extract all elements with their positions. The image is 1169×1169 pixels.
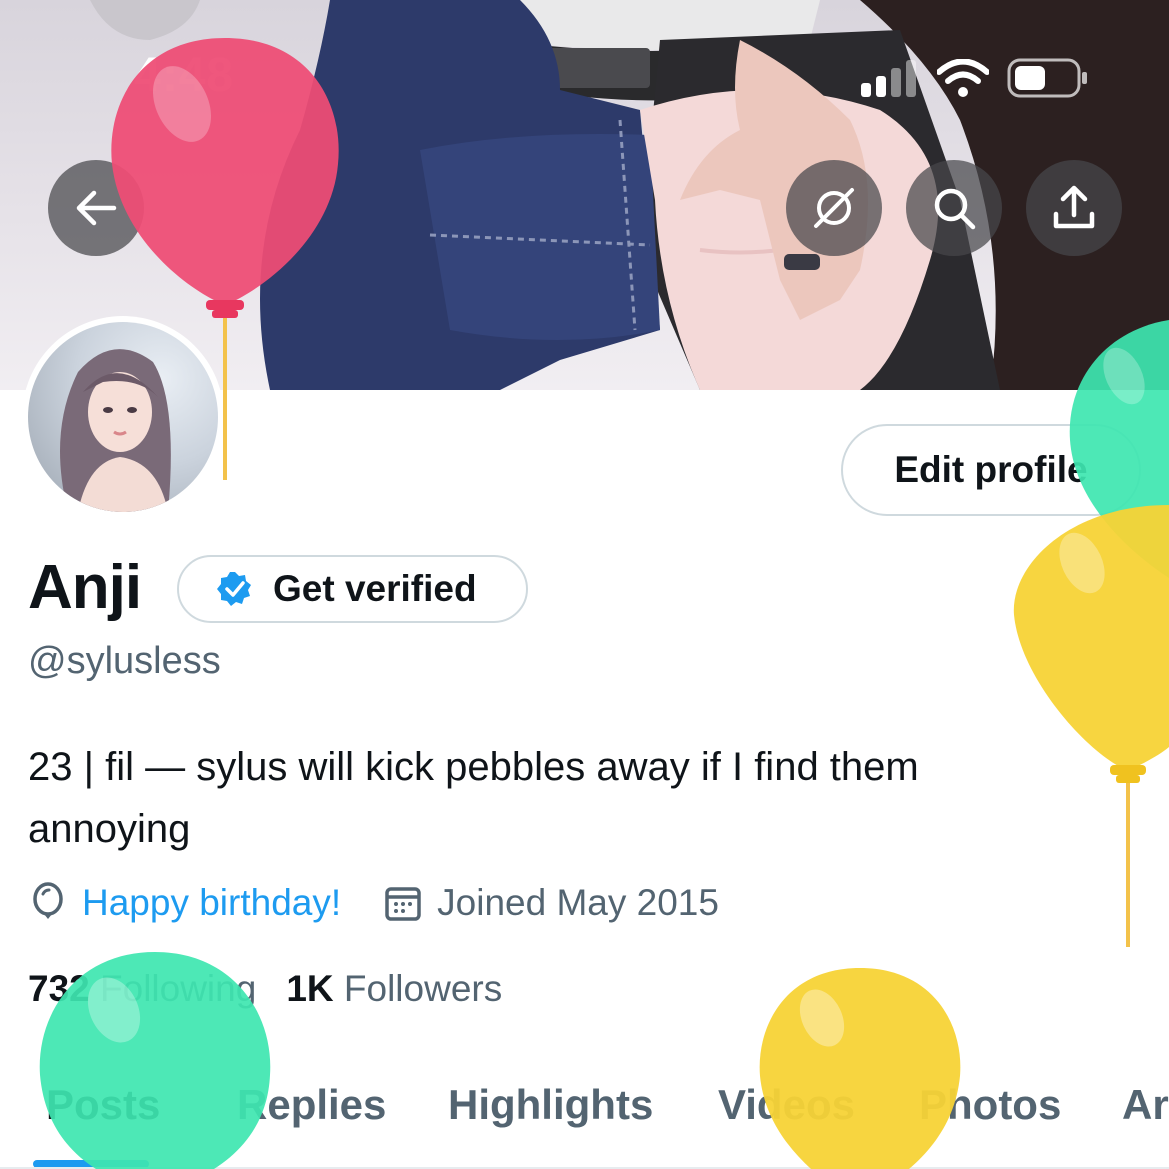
followers-label: Followers (343, 968, 503, 1009)
get-verified-label: Get verified (273, 568, 477, 609)
tab-articles[interactable]: Ar (1122, 1081, 1169, 1129)
avatar[interactable] (22, 316, 224, 518)
display-name: Anji (28, 553, 142, 622)
status-time: 4:48 (134, 49, 235, 102)
tab-replies[interactable]: Replies (237, 1081, 386, 1129)
arrow-left-icon (76, 190, 117, 226)
follow-counts: 732 Following 1K Followers (28, 968, 502, 1010)
share-icon (1053, 185, 1095, 229)
verified-badge-icon (217, 572, 251, 606)
status-icons (861, 58, 1089, 98)
grok-icon (814, 188, 854, 228)
user-handle: @sylusless (28, 640, 221, 682)
following-label: Following (100, 968, 257, 1009)
bio: 23 | fil — sylus will kick pebbles away … (28, 745, 919, 851)
profile-tabs: Posts Replies Highlights Videos Photos A… (0, 1075, 1169, 1169)
followers-count: 1K (286, 968, 334, 1009)
following-link[interactable]: 732 Following (28, 968, 256, 1010)
profile-meta: Happy birthday! Joined May 2015 (28, 882, 719, 924)
search-icon (934, 188, 976, 230)
share-button[interactable] (1026, 160, 1122, 256)
joined-date: Joined May 2015 (437, 882, 719, 923)
tab-videos[interactable]: Videos (718, 1081, 855, 1129)
tab-highlights[interactable]: Highlights (448, 1081, 653, 1129)
followers-link[interactable]: 1K Followers (286, 968, 502, 1010)
cellular-signal-icon (861, 60, 916, 97)
calendar-icon (385, 887, 421, 921)
yellow-balloon-right (1013, 505, 1169, 947)
tab-posts[interactable]: Posts (46, 1081, 160, 1129)
avatar-image (60, 349, 171, 512)
balloon-icon (33, 882, 63, 919)
wifi-icon (937, 59, 989, 97)
edit-profile-button[interactable]: Edit profile (841, 424, 1141, 516)
get-verified-button[interactable]: Get verified (177, 555, 528, 623)
tab-photos[interactable]: Photos (919, 1081, 1061, 1129)
battery-icon (1007, 58, 1087, 98)
search-button[interactable] (906, 160, 1002, 256)
following-count: 732 (28, 968, 90, 1009)
back-button[interactable] (48, 160, 144, 256)
grok-button[interactable] (786, 160, 882, 256)
birthday-link[interactable]: Happy birthday! (82, 882, 341, 924)
